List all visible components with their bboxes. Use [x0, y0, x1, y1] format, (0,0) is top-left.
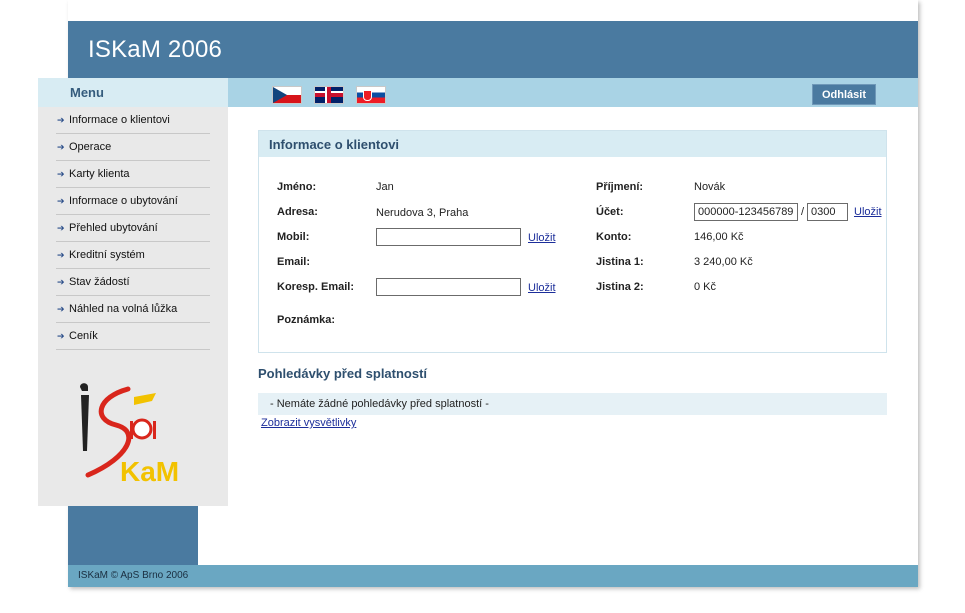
- address-label: Adresa:: [277, 206, 318, 218]
- note-label: Poznámka:: [277, 314, 336, 326]
- iskam-logo: KaM: [80, 383, 178, 484]
- save-account-link[interactable]: Uložit: [854, 206, 882, 218]
- sidebar-item-price-list[interactable]: ➔ Ceník: [56, 323, 210, 350]
- sidebar-item-label: Kreditní systém: [69, 249, 145, 261]
- app-title: ISKaM 2006: [88, 36, 223, 63]
- save-corr-email-link[interactable]: Uložit: [528, 282, 556, 294]
- logo-plate-shape: [131, 418, 153, 440]
- bank-code-input[interactable]: [807, 203, 848, 221]
- sidebar-menu: ➔ Informace o klientovi ➔ Operace ➔ Karty k…: [56, 107, 210, 350]
- logo-head: [80, 383, 88, 391]
- sidebar-item-free-beds[interactable]: ➔ Náhled na volná lůžka: [56, 296, 210, 323]
- czech-flag-icon[interactable]: [272, 86, 302, 104]
- logo-text: KaM: [120, 456, 178, 484]
- arrow-right-icon: ➔: [57, 169, 65, 179]
- address-value: Nerudova 3, Praha: [376, 207, 469, 219]
- save-mobile-link[interactable]: Uložit: [528, 232, 556, 244]
- logo-body: [81, 395, 89, 451]
- arrow-right-icon: ➔: [57, 304, 65, 314]
- sidebar-item-label: Informace o klientovi: [69, 114, 170, 126]
- first-name-label: Jméno:: [277, 181, 317, 193]
- receivables-empty-message: - Nemáte žádné pohledávky před splatnost…: [270, 398, 489, 410]
- account-number-input[interactable]: [694, 203, 798, 221]
- menu-title: Menu: [70, 85, 104, 100]
- sidebar-item-label: Náhled na volná lůžka: [69, 303, 178, 315]
- client-info-title: Informace o klientovi: [269, 137, 400, 152]
- show-legend-link[interactable]: Zobrazit vysvětlivky: [261, 417, 356, 429]
- sidebar-item-client-cards[interactable]: ➔ Karty klienta: [56, 161, 210, 188]
- sidebar-item-label: Přehled ubytování: [69, 222, 158, 234]
- arrow-right-icon: ➔: [57, 115, 65, 125]
- last-name-value: Novák: [694, 181, 726, 193]
- mobile-label: Mobil:: [277, 231, 310, 243]
- slovak-flag-icon[interactable]: [356, 86, 386, 104]
- deposit1-label: Jistina 1:: [596, 256, 644, 268]
- sidebar-item-label: Informace o ubytování: [69, 195, 178, 207]
- sidebar-bottom-fill: [68, 506, 198, 565]
- balance-value: 146,00 Kč: [694, 231, 744, 243]
- receivables-title: Pohledávky před splatností: [258, 366, 428, 381]
- menu-header: Menu: [38, 78, 228, 107]
- account-label: Účet:: [596, 206, 624, 218]
- sidebar-item-request-status[interactable]: ➔ Stav žádostí: [56, 269, 210, 296]
- arrow-right-icon: ➔: [57, 277, 65, 287]
- sidebar-item-credit-system[interactable]: ➔ Kreditní systém: [56, 242, 210, 269]
- first-name-value: Jan: [376, 181, 394, 193]
- balance-label: Konto:: [596, 231, 632, 243]
- sidebar-item-label: Operace: [69, 141, 112, 153]
- logo-fork-shape: [130, 421, 133, 439]
- account-slash: /: [801, 206, 805, 218]
- corr-email-input[interactable]: [376, 278, 521, 296]
- sidebar-item-label: Karty klienta: [69, 168, 130, 180]
- sidebar-item-label: Ceník: [69, 330, 98, 342]
- logout-button[interactable]: Odhlásit: [812, 84, 876, 105]
- deposit1-value: 3 240,00 Kč: [694, 256, 753, 268]
- arrow-right-icon: ➔: [57, 223, 65, 233]
- last-name-label: Příjmení:: [596, 181, 644, 193]
- logo-flag-shape: [134, 393, 156, 405]
- sidebar-item-accommodation-overview[interactable]: ➔ Přehled ubytování: [56, 215, 210, 242]
- footer-text: ISKaM © ApS Brno 2006: [78, 570, 189, 581]
- arrow-right-icon: ➔: [57, 196, 65, 206]
- sidebar-item-client-info[interactable]: ➔ Informace o klientovi: [56, 107, 210, 134]
- logo-knife-shape: [153, 421, 156, 439]
- arrow-right-icon: ➔: [57, 250, 65, 260]
- app-header: ISKaM 2006: [68, 21, 918, 78]
- arrow-right-icon: ➔: [57, 331, 65, 341]
- email-label: Email:: [277, 256, 311, 268]
- sidebar: ➔ Informace o klientovi ➔ Operace ➔ Karty k…: [38, 107, 228, 506]
- deposit2-value: 0 Kč: [694, 281, 717, 293]
- footer: ISKaM © ApS Brno 2006: [68, 565, 918, 587]
- corr-email-label: Koresp. Email:: [277, 281, 355, 293]
- deposit2-label: Jistina 2:: [596, 281, 644, 293]
- mobile-input[interactable]: [376, 228, 521, 246]
- client-info-panel: Informace o klientovi: [258, 130, 887, 353]
- receivables-empty-bar: - Nemáte žádné pohledávky před splatnost…: [258, 393, 887, 415]
- arrow-right-icon: ➔: [57, 142, 65, 152]
- sidebar-item-accommodation-info[interactable]: ➔ Informace o ubytování: [56, 188, 210, 215]
- sidebar-item-operations[interactable]: ➔ Operace: [56, 134, 210, 161]
- client-info-panel-header: Informace o klientovi: [259, 131, 886, 157]
- uk-flag-icon[interactable]: [314, 86, 344, 104]
- sidebar-item-label: Stav žádostí: [69, 276, 130, 288]
